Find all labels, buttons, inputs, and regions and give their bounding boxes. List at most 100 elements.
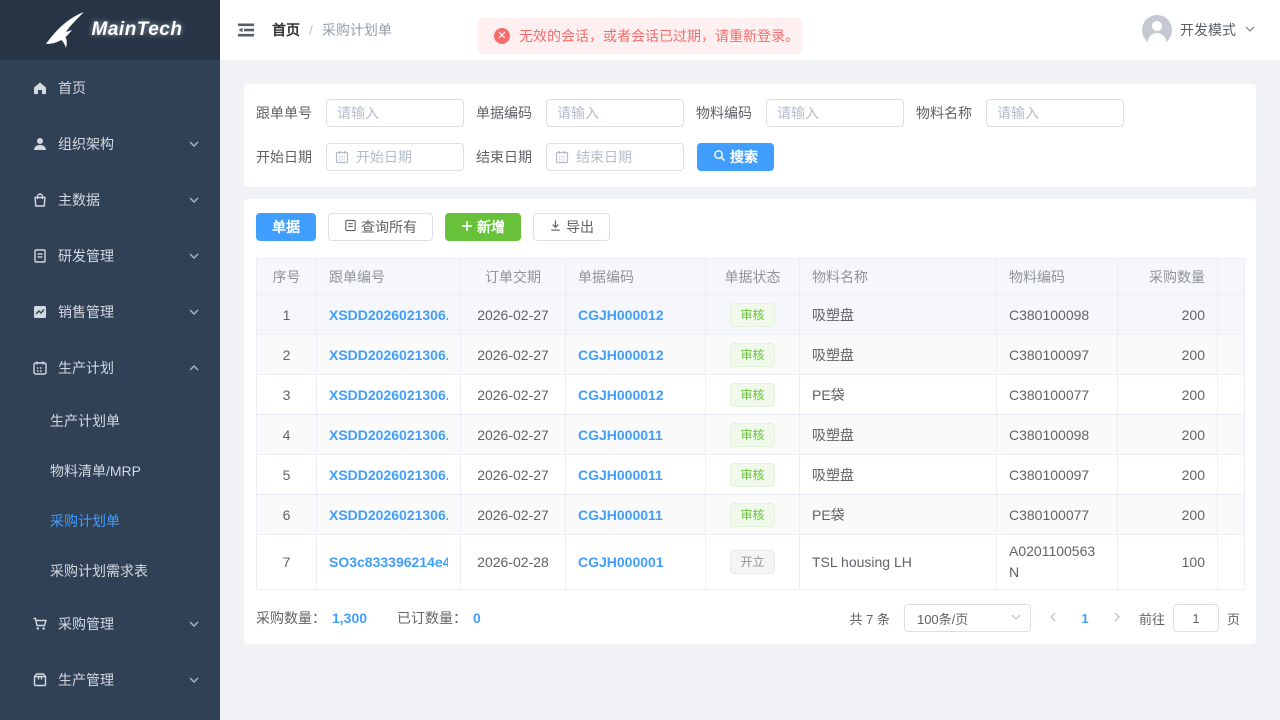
export-button[interactable]: 导出 — [533, 213, 610, 241]
field-label: 开始日期 — [256, 147, 312, 167]
sidebar-item-home[interactable]: 首页 — [0, 60, 220, 116]
chevron-down-icon — [188, 306, 200, 318]
sidebar-item-manufacturing[interactable]: 生产管理 — [0, 652, 220, 708]
sidebar-item-production-plan[interactable]: 生产计划 — [0, 340, 220, 396]
sidebar-item-purchasing[interactable]: 采购管理 — [0, 596, 220, 652]
sidebar-item-sales[interactable]: 销售管理 — [0, 284, 220, 340]
current-page[interactable]: 1 — [1075, 611, 1095, 626]
table-row[interactable]: 1 XSDD2026021306.. 2026-02-27 CGJH000012… — [257, 295, 1245, 335]
order-link[interactable]: XSDD2026021306.. — [329, 427, 448, 443]
cell-doc: CGJH000012 — [566, 375, 706, 415]
cell-status: 审核 — [706, 455, 800, 495]
sidebar-item-label: 主数据 — [58, 190, 188, 210]
sidebar-item-label: 生产计划 — [58, 358, 188, 378]
sidebar-subitem-bom-mrp[interactable]: 物料清单/MRP — [0, 446, 220, 496]
cell-material: TSL housing LH — [800, 535, 997, 590]
box-icon — [32, 672, 48, 688]
doc-link[interactable]: CGJH000011 — [578, 427, 693, 443]
cell-date: 2026-02-27 — [461, 375, 566, 415]
doc-link[interactable]: CGJH000012 — [578, 347, 693, 363]
order-link[interactable]: XSDD2026021306.. — [329, 307, 448, 323]
cell-date: 2026-02-27 — [461, 415, 566, 455]
order-link[interactable]: XSDD2026021306.. — [329, 467, 448, 483]
table-row[interactable]: 4 XSDD2026021306.. 2026-02-27 CGJH000011… — [257, 415, 1245, 455]
avatar — [1142, 15, 1172, 45]
doc-link[interactable]: CGJH000001 — [578, 554, 693, 570]
user-menu[interactable]: 开发模式 — [1142, 15, 1256, 45]
sidebar-item-label: 生产管理 — [58, 670, 188, 690]
col-header-index: 序号 — [257, 259, 317, 295]
breadcrumb-separator: / — [309, 22, 313, 38]
status-badge: 审核 — [730, 303, 774, 327]
field-label: 结束日期 — [476, 147, 532, 167]
docs-button[interactable]: 单据 — [256, 213, 316, 241]
cell-doc: CGJH000001 — [566, 535, 706, 590]
sidebar-subitem-purchase-plan-demand[interactable]: 采购计划需求表 — [0, 546, 220, 596]
cell-qty: 200 — [1118, 495, 1218, 535]
sidebar-item-label: 采购管理 — [58, 614, 188, 634]
cell-material: 吸塑盘 — [800, 455, 997, 495]
doc-code-input[interactable] — [546, 99, 684, 127]
add-button[interactable]: 新增 — [445, 213, 521, 241]
table-row[interactable]: 2 XSDD2026021306.. 2026-02-27 CGJH000012… — [257, 335, 1245, 375]
sidebar-item-master-data[interactable]: 主数据 — [0, 172, 220, 228]
field-order-no: 跟单单号 — [256, 99, 464, 127]
table-row[interactable]: 3 XSDD2026021306.. 2026-02-27 CGJH000012… — [257, 375, 1245, 415]
cell-doc: CGJH000011 — [566, 455, 706, 495]
sidebar-item-rnd[interactable]: 研发管理 — [0, 228, 220, 284]
cell-date: 2026-02-27 — [461, 335, 566, 375]
order-link[interactable]: XSDD2026021306.. — [329, 387, 448, 403]
sidebar-item-label: 研发管理 — [58, 246, 188, 266]
field-start-date: 开始日期 — [256, 143, 464, 171]
sidebar-subitem-purchase-plan-order[interactable]: 采购计划单 — [0, 496, 220, 546]
order-no-input[interactable] — [326, 99, 464, 127]
cell-index: 5 — [257, 455, 317, 495]
chevron-down-icon — [188, 194, 200, 206]
sidebar-item-org[interactable]: 组织架构 — [0, 116, 220, 172]
table-row[interactable]: 6 XSDD2026021306.. 2026-02-27 CGJH000011… — [257, 495, 1245, 535]
menu-fold-icon[interactable] — [236, 20, 256, 40]
doc-link[interactable]: CGJH000012 — [578, 307, 693, 323]
doc-link[interactable]: CGJH000011 — [578, 507, 693, 523]
search-panel: 跟单单号 单据编码 物料编码 物料名称 开始日期 — [244, 84, 1256, 187]
cell-code: C380100097 — [997, 335, 1118, 375]
sidebar-menu: 首页 组织架构 主数据 研发管理 销售管理 生产计划 生产计划单 物料清单 — [0, 60, 220, 720]
page-size-select[interactable]: 100条/页 — [904, 604, 1031, 632]
prev-page-icon[interactable] — [1045, 610, 1061, 626]
table-row[interactable]: 7 SO3c833396214e40 2026-02-28 CGJH000001… — [257, 535, 1245, 590]
user-icon — [32, 136, 48, 152]
query-all-label: 查询所有 — [361, 217, 417, 237]
doc-link[interactable]: CGJH000012 — [578, 387, 693, 403]
cell-date: 2026-02-28 — [461, 535, 566, 590]
calendar-icon — [32, 360, 48, 376]
toolbar: 单据 查询所有 新增 导出 — [256, 213, 1244, 241]
sidebar: MainTech 首页 组织架构 主数据 研发管理 销售管理 生产 — [0, 0, 220, 720]
cart-icon — [32, 616, 48, 632]
sidebar-subitem-production-plan-order[interactable]: 生产计划单 — [0, 396, 220, 446]
topbar: 首页 / 采购计划单 ✕ 无效的会话，或者会话已过期，请重新登录。 开发模式 — [220, 0, 1280, 60]
query-all-button[interactable]: 查询所有 — [328, 213, 433, 241]
cell-order: XSDD2026021306.. — [317, 295, 461, 335]
breadcrumb-current: 采购计划单 — [322, 20, 392, 40]
order-link[interactable]: XSDD2026021306.. — [329, 507, 448, 523]
next-page-icon[interactable] — [1109, 610, 1125, 626]
cell-material: 吸塑盘 — [800, 295, 997, 335]
cell-order: XSDD2026021306.. — [317, 455, 461, 495]
search-button[interactable]: 搜索 — [697, 143, 774, 171]
order-link[interactable]: SO3c833396214e40 — [329, 554, 448, 570]
alert-message: 无效的会话，或者会话已过期，请重新登录。 — [519, 26, 799, 46]
material-name-input[interactable] — [986, 99, 1124, 127]
cell-material: 吸塑盘 — [800, 335, 997, 375]
order-link[interactable]: XSDD2026021306.. — [329, 347, 448, 363]
pagination: 共 7 条 100条/页 1 前往 页 — [850, 604, 1241, 632]
goto-page-input[interactable] — [1173, 604, 1219, 632]
cell-extra — [1218, 375, 1245, 415]
purchase-qty-label: 采购数量： — [256, 608, 326, 628]
cell-index: 7 — [257, 535, 317, 590]
table-row[interactable]: 5 XSDD2026021306.. 2026-02-27 CGJH000011… — [257, 455, 1245, 495]
breadcrumb-home[interactable]: 首页 — [272, 20, 300, 40]
cell-extra — [1218, 295, 1245, 335]
material-code-input[interactable] — [766, 99, 904, 127]
export-label: 导出 — [566, 217, 594, 237]
doc-link[interactable]: CGJH000011 — [578, 467, 693, 483]
